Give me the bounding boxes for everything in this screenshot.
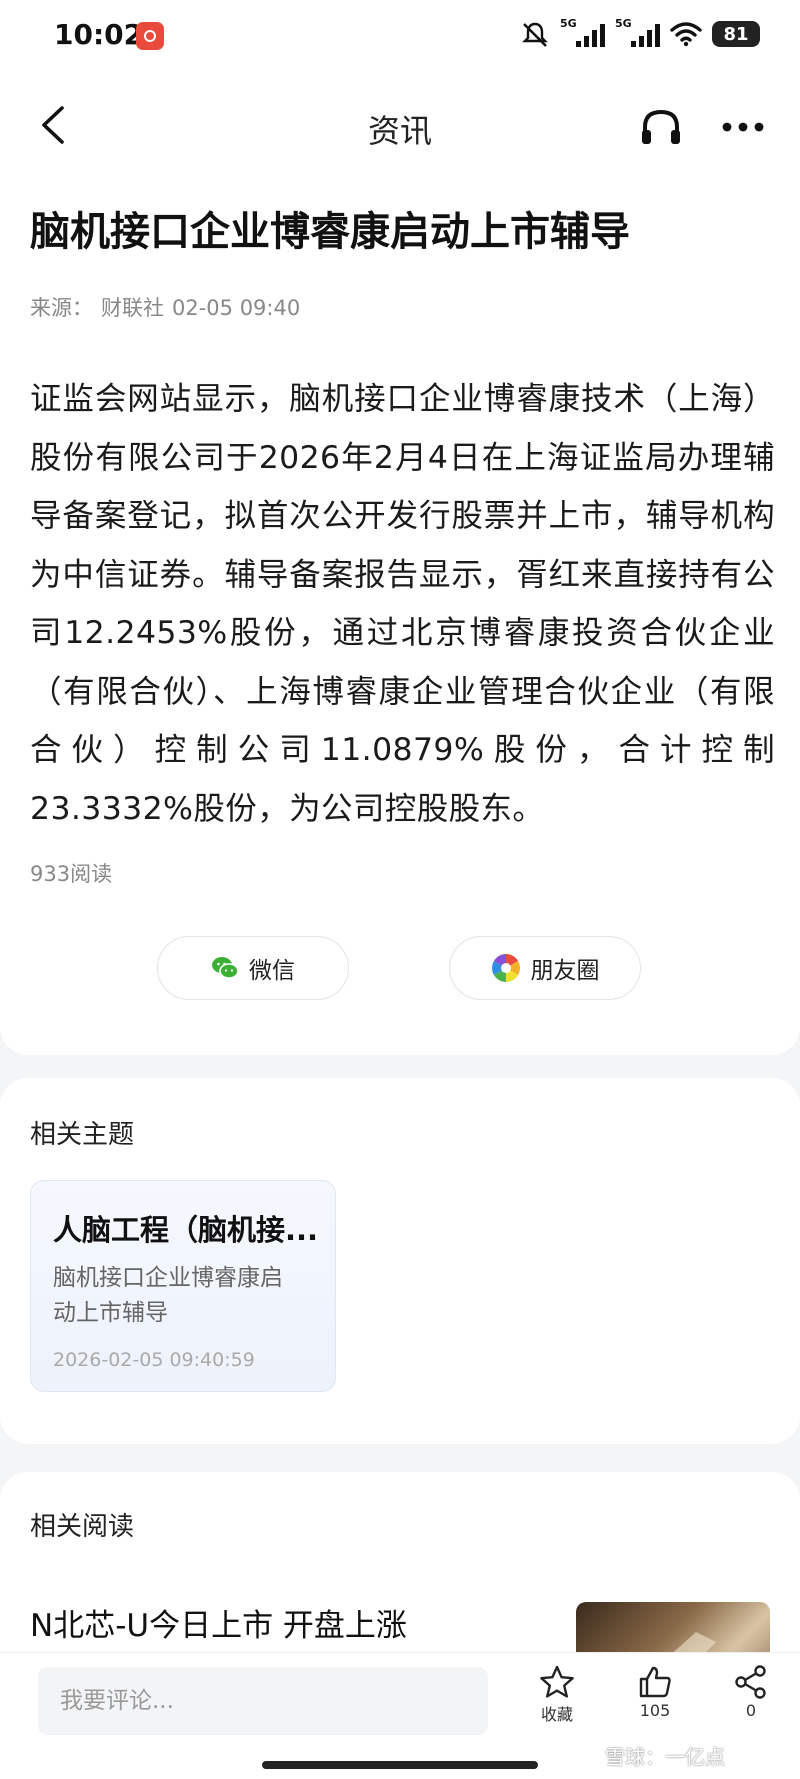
- source-name: 财联社: [101, 296, 164, 320]
- topic-card[interactable]: 人脑工程（脑机接... 脑机接口企业博睿康启动上市辅导 2026-02-05 0…: [30, 1180, 336, 1392]
- status-indicators: 5G 5G 81: [520, 17, 760, 48]
- mute-icon: [522, 22, 548, 47]
- share-wechat-label: 微信: [249, 958, 295, 984]
- status-time: 10:02: [54, 18, 144, 51]
- bottom-action-bar: 收藏 105 0 雪球：一亿点: [0, 1652, 800, 1779]
- article-meta: 来源： 财联社 02-05 09:40: [30, 292, 308, 322]
- related-article-title[interactable]: N北芯-U今日上市 开盘上涨: [30, 1600, 407, 1645]
- topic-title: 人脑工程（脑机接...: [53, 1213, 319, 1247]
- like-button[interactable]: 105: [620, 1665, 690, 1720]
- wechat-icon: [212, 957, 239, 979]
- home-indicator[interactable]: [262, 1761, 538, 1769]
- article-headline: 脑机接口企业博睿康启动上市辅导: [30, 209, 630, 255]
- moments-icon: [491, 954, 520, 982]
- share-moments-button[interactable]: 朋友圈: [449, 936, 641, 1000]
- app-notification-icon: [136, 22, 164, 50]
- favorite-button[interactable]: 收藏: [522, 1665, 592, 1725]
- battery-indicator: 81: [712, 21, 760, 47]
- share-icon: [735, 1665, 766, 1699]
- read-count: 933阅读: [30, 862, 113, 886]
- related-reading-title: 相关阅读: [30, 1512, 135, 1542]
- like-count: 105: [639, 1701, 671, 1720]
- topic-description: 脑机接口企业博睿康启动上市辅导: [53, 1265, 283, 1326]
- star-icon: [540, 1665, 574, 1698]
- listen-button[interactable]: [638, 104, 684, 150]
- watermark: 雪球：一亿点: [605, 1745, 725, 1769]
- nav-bar: 资讯: [0, 80, 800, 170]
- publish-time: 02-05 09:40: [172, 296, 301, 320]
- topic-time: 2026-02-05 09:40:59: [53, 1349, 255, 1371]
- more-button[interactable]: [718, 104, 768, 150]
- article-card: 脑机接口企业博睿康启动上市辅导 来源： 财联社 02-05 09:40 证监会网站显…: [0, 170, 800, 1055]
- wifi-icon: [670, 22, 702, 47]
- related-topics-title: 相关主题: [30, 1120, 135, 1150]
- thumb-up-icon: [639, 1666, 671, 1698]
- more-icon: [722, 122, 764, 132]
- favorite-label: 收藏: [540, 1705, 573, 1724]
- signal-2-icon: 5G: [615, 17, 660, 47]
- back-button[interactable]: [34, 102, 74, 148]
- share-button[interactable]: 0: [716, 1665, 786, 1720]
- related-topics-section: 相关主题 人脑工程（脑机接... 脑机接口企业博睿康启动上市辅导 2026-02…: [0, 1078, 800, 1444]
- article-body[interactable]: 证监会网站显示，脑机接口企业博睿康技术（上海）股份有限公司于2026年2月4日在…: [30, 370, 775, 838]
- comment-input[interactable]: [38, 1667, 488, 1735]
- signal-1-icon: 5G: [560, 17, 605, 47]
- back-icon: [42, 106, 64, 144]
- source-label: 来源：: [30, 296, 93, 320]
- status-bar: 10:02 5G 5G 81: [0, 0, 800, 80]
- share-wechat-button[interactable]: 微信: [157, 936, 349, 1000]
- headphones-icon: [642, 109, 680, 144]
- share-count: 0: [745, 1701, 757, 1720]
- share-moments-label: 朋友圈: [530, 958, 600, 984]
